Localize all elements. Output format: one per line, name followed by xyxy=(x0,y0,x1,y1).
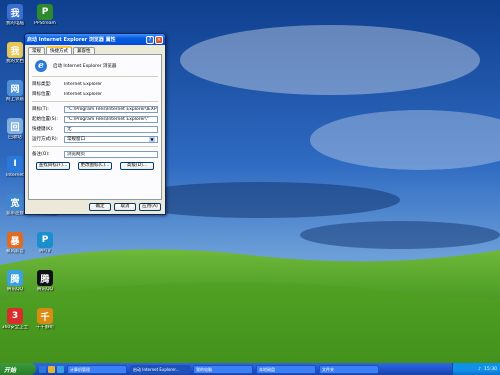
taskbar-button[interactable]: 计算机管理 xyxy=(67,364,127,374)
desktop-icon-label: 360安全卫士 xyxy=(1,325,29,330)
properties-dialog: 启动 Internet Explorer 浏览器 属性 ? × 常规 快捷方式 … xyxy=(24,33,166,215)
media-player-icon: 暴 xyxy=(7,232,23,248)
property-row: 目标(T): "C:\Program Files\Internet Explore… xyxy=(32,105,158,113)
taskbar-button[interactable]: 文件夹 xyxy=(319,364,379,374)
desktop-icon[interactable]: 我我的电脑 xyxy=(0,4,30,27)
chevron-down-icon[interactable]: ▼ xyxy=(149,136,155,142)
property-input[interactable]: 浏览网页 xyxy=(64,150,158,158)
property-input[interactable]: 无 xyxy=(64,125,158,133)
system-tray: ♪ 15:30 xyxy=(452,363,500,375)
dialog-footer: 确定 取消 应用(A) xyxy=(25,203,165,211)
tab-panel: e 启动 Internet Explorer 浏览器 目标类型: Internet… xyxy=(28,54,162,200)
desktop-icon-label: PPTV xyxy=(39,249,51,254)
property-row: 快捷键(K): 无 xyxy=(32,125,158,133)
internet-explorer-icon: e xyxy=(35,60,47,72)
desktop-icon[interactable]: 腾腾讯QQ xyxy=(0,270,30,293)
dialog-tabs: 常规 快捷方式 兼容性 xyxy=(25,45,165,54)
desktop-quicklaunch-icon[interactable] xyxy=(57,365,64,373)
desktop-icon-label: 千千静听 xyxy=(36,325,54,330)
desktop-icon-label: PPStream xyxy=(34,21,56,26)
computer-icon: 我 xyxy=(7,4,23,20)
tab-general[interactable]: 常规 xyxy=(28,47,45,54)
property-row: 目标类型: Internet Explorer xyxy=(32,80,158,88)
ie-quicklaunch-icon[interactable] xyxy=(39,365,46,373)
cancel-button[interactable]: 取消 xyxy=(114,203,136,211)
qq-icon: 腾 xyxy=(7,270,23,286)
taskbar-button[interactable]: 本地磁盘 xyxy=(256,364,316,374)
desktop-icon-label: 暴风影音 xyxy=(6,249,24,254)
desktop-icon-label: 我的电脑 xyxy=(6,21,24,26)
tab-shortcut[interactable]: 快捷方式 xyxy=(46,46,72,54)
desktop-icon[interactable]: 3 360安全卫士 xyxy=(0,308,30,331)
pptv-icon: P xyxy=(37,232,53,248)
taskbar: 开始 计算机管理 启动 Internet Explorer... 我的电脑 本地磁盘文… xyxy=(0,363,500,375)
shortcut-name: 启动 Internet Explorer 浏览器 xyxy=(53,64,117,69)
dialog-titlebar[interactable]: 启动 Internet Explorer 浏览器 属性 ? × xyxy=(25,34,165,45)
property-label: 目标类型: xyxy=(32,82,52,87)
internet-explorer-icon: I xyxy=(7,156,23,172)
music-icon: 千 xyxy=(37,308,53,324)
security-icon: 3 xyxy=(7,308,23,324)
help-button[interactable]: ? xyxy=(146,35,154,44)
property-value: Internet Explorer xyxy=(64,91,103,97)
recycle-bin-icon: 回 xyxy=(7,118,23,134)
property-input[interactable]: "C:\Program Files\Internet Explorer\IEXP… xyxy=(64,105,158,113)
quick-launch xyxy=(39,365,64,373)
property-label: 目标(T): xyxy=(32,107,49,112)
folder-quicklaunch-icon[interactable] xyxy=(48,365,55,373)
run-mode-select[interactable]: 常规窗口 ▼ xyxy=(64,135,158,143)
desktop-icon[interactable]: P PPTV xyxy=(30,232,60,255)
property-label: 运行方式(R): xyxy=(32,137,59,142)
advanced-button[interactable]: 高级(D)... xyxy=(120,162,154,170)
run-mode-value: 常规窗口 xyxy=(67,136,85,142)
documents-icon: 我 xyxy=(7,42,23,58)
property-label: 目标位置: xyxy=(32,92,52,97)
start-button[interactable]: 开始 xyxy=(0,363,36,375)
dialog-title: 启动 Internet Explorer 浏览器 属性 xyxy=(27,37,116,43)
property-row: 起始位置(S): "C:\Program Files\Internet Explo… xyxy=(32,115,158,123)
taskbar-button[interactable]: 启动 Internet Explorer... xyxy=(130,364,190,374)
desktop-icon[interactable]: 腾腾讯QQ xyxy=(30,270,60,293)
separator xyxy=(32,101,158,102)
property-label: 快捷键(K): xyxy=(32,127,54,132)
taskbar-button[interactable]: 我的电脑 xyxy=(193,364,253,374)
property-label: 起始位置(S): xyxy=(32,117,58,122)
clock: 15:30 xyxy=(484,366,497,372)
shortcut-header: e 启动 Internet Explorer 浏览器 xyxy=(35,60,158,72)
property-label: 备注(O): xyxy=(32,152,50,157)
desktop-icon[interactable]: P PPStream xyxy=(30,4,60,27)
volume-icon[interactable]: ♪ xyxy=(478,367,481,372)
desktop-icon[interactable]: 千千千静听 xyxy=(30,308,60,331)
property-input[interactable]: "C:\Program Files\Internet Explorer\" xyxy=(64,115,158,123)
close-button[interactable]: × xyxy=(155,35,163,44)
task-list: 计算机管理 启动 Internet Explorer... 我的电脑 本地磁盘 文件夹 xyxy=(64,364,379,374)
qq-penguin-icon: 腾 xyxy=(37,270,53,286)
network-icon: 网 xyxy=(7,80,23,96)
desktop-icon-label: 腾讯QQ xyxy=(6,287,24,292)
property-row: 备注(O): 浏览网页 xyxy=(32,150,158,158)
ppstream-icon: P xyxy=(37,4,53,20)
property-value: Internet Explorer xyxy=(64,81,103,87)
separator xyxy=(32,76,158,77)
desktop-icon-label: 腾讯QQ xyxy=(36,287,54,292)
property-row: 运行方式(R): 常规窗口 ▼ xyxy=(32,135,158,143)
ok-button[interactable]: 确定 xyxy=(89,203,111,211)
tab-compatibility[interactable]: 兼容性 xyxy=(73,47,95,54)
apply-button[interactable]: 应用(A) xyxy=(139,203,161,211)
desktop-icon[interactable]: 暴暴风影音 xyxy=(0,232,30,255)
action-buttons: 查找目标(F)... 更改图标(C)... 高级(D)... xyxy=(32,162,158,170)
separator xyxy=(32,146,158,147)
change-icon-button[interactable]: 更改图标(C)... xyxy=(78,162,112,170)
broadband-icon: 宽 xyxy=(7,194,23,210)
property-row: 目标位置: Internet Explorer xyxy=(32,90,158,98)
find-target-button[interactable]: 查找目标(F)... xyxy=(36,162,70,170)
